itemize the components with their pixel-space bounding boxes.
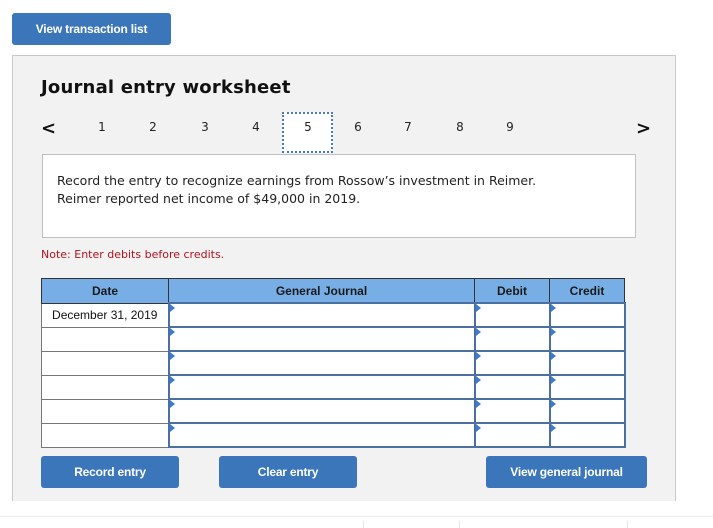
chevron-right-icon[interactable]: >: [636, 118, 651, 139]
chevron-left-icon[interactable]: <: [41, 118, 56, 139]
header-credit: Credit: [549, 278, 625, 304]
header-debit: Debit: [474, 278, 550, 304]
table-row: [41, 374, 626, 400]
divider: [627, 521, 628, 528]
date-cell: December 31, 2019: [41, 302, 169, 328]
account-input[interactable]: [167, 326, 476, 352]
account-input[interactable]: [167, 398, 476, 424]
header-date: Date: [41, 278, 169, 304]
header-general-journal: General Journal: [168, 278, 475, 304]
divider: [0, 516, 713, 517]
page-1[interactable]: 1: [90, 120, 114, 134]
page-2[interactable]: 2: [141, 120, 165, 134]
prompt-line-2: Reimer reported net income of $49,000 in…: [57, 191, 361, 206]
dropdown-indicator-icon: [550, 376, 556, 384]
dropdown-indicator-icon: [169, 352, 175, 360]
view-general-journal-button[interactable]: View general journal: [486, 456, 647, 488]
table-row: [41, 326, 626, 352]
debit-input[interactable]: [473, 398, 551, 424]
dropdown-indicator-icon: [169, 400, 175, 408]
page-3[interactable]: 3: [193, 120, 217, 134]
dropdown-indicator-icon: [475, 352, 481, 360]
date-cell: [41, 374, 169, 400]
dropdown-indicator-icon: [550, 328, 556, 336]
dropdown-indicator-icon: [475, 304, 481, 312]
record-entry-button[interactable]: Record entry: [41, 456, 179, 488]
divider: [459, 521, 460, 528]
table-row: December 31, 2019: [41, 302, 626, 328]
credit-input[interactable]: [548, 302, 626, 328]
dropdown-indicator-icon: [550, 400, 556, 408]
divider: [363, 521, 364, 528]
dropdown-indicator-icon: [475, 400, 481, 408]
dropdown-indicator-icon: [550, 304, 556, 312]
account-input[interactable]: [167, 422, 476, 448]
dropdown-indicator-icon: [169, 376, 175, 384]
page-5[interactable]: 5: [296, 120, 320, 134]
page-6[interactable]: 6: [346, 120, 370, 134]
date-cell: [41, 326, 169, 352]
dropdown-indicator-icon: [475, 424, 481, 432]
credit-input[interactable]: [548, 398, 626, 424]
dropdown-indicator-icon: [550, 352, 556, 360]
credit-input[interactable]: [548, 326, 626, 352]
page-9[interactable]: 9: [498, 120, 522, 134]
debit-input[interactable]: [473, 326, 551, 352]
journal-table: Date General Journal Debit Credit Decemb…: [41, 278, 626, 448]
page-8[interactable]: 8: [448, 120, 472, 134]
debit-input[interactable]: [473, 422, 551, 448]
dropdown-indicator-icon: [475, 376, 481, 384]
date-cell: [41, 350, 169, 376]
date-cell: [41, 422, 169, 448]
debits-note: Note: Enter debits before credits.: [41, 248, 225, 261]
worksheet-title: Journal entry worksheet: [41, 77, 291, 98]
dropdown-indicator-icon: [475, 328, 481, 336]
dropdown-indicator-icon: [169, 328, 175, 336]
date-cell: [41, 398, 169, 424]
debit-input[interactable]: [473, 302, 551, 328]
dropdown-indicator-icon: [550, 424, 556, 432]
table-row: [41, 398, 626, 424]
page-4[interactable]: 4: [244, 120, 268, 134]
dropdown-indicator-icon: [169, 424, 175, 432]
account-input[interactable]: [167, 302, 476, 328]
debit-input[interactable]: [473, 350, 551, 376]
credit-input[interactable]: [548, 374, 626, 400]
prompt-line-1: Record the entry to recognize earnings f…: [57, 173, 537, 188]
account-input[interactable]: [167, 374, 476, 400]
table-row: [41, 350, 626, 376]
debit-input[interactable]: [473, 374, 551, 400]
account-input[interactable]: [167, 350, 476, 376]
clear-entry-button[interactable]: Clear entry: [219, 456, 357, 488]
credit-input[interactable]: [548, 422, 626, 448]
view-transaction-list-button[interactable]: View transaction list: [12, 13, 171, 45]
credit-input[interactable]: [548, 350, 626, 376]
journal-entry-worksheet-panel: Journal entry worksheet < 1 2 3 4 5 6 7 …: [12, 55, 676, 501]
page-7[interactable]: 7: [396, 120, 420, 134]
dropdown-indicator-icon: [169, 304, 175, 312]
table-row: [41, 422, 626, 448]
entry-prompt: Record the entry to recognize earnings f…: [42, 154, 636, 238]
